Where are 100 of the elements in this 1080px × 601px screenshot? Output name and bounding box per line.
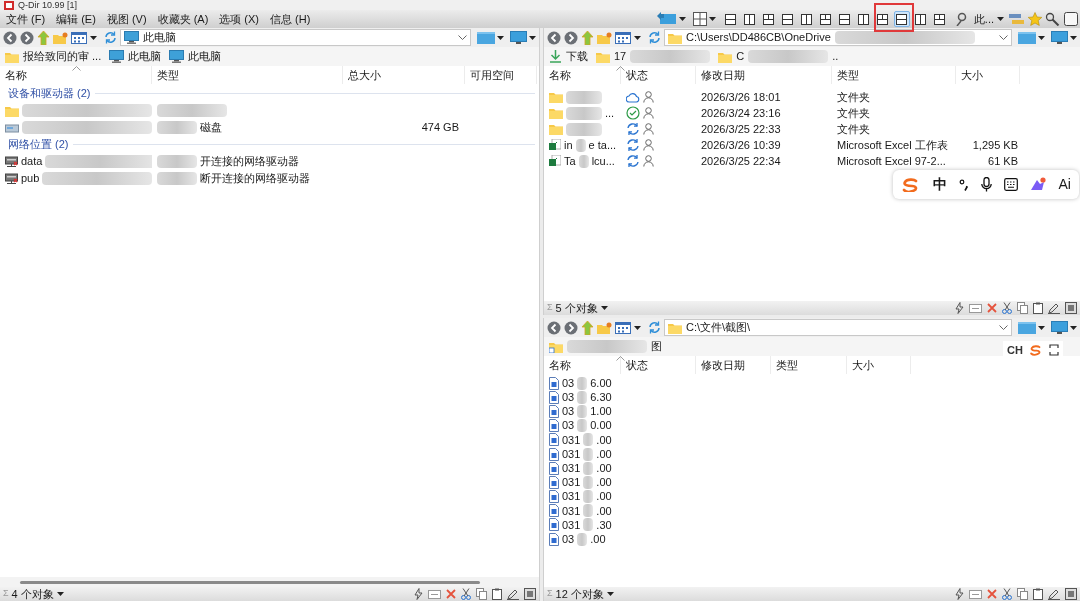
breadcrumb-item[interactable]: 此电脑 [108,48,163,65]
menu-item[interactable]: 编辑 (E) [55,12,97,26]
item-type: Microsoft Excel 97-2... [837,153,946,169]
item-name[interactable]: .00 [596,461,612,476]
window-title: Q-Dir 10.99 [1] [18,0,78,10]
menu-item[interactable]: 选项 (X) [218,12,261,26]
item-name[interactable]: 03 [562,376,575,391]
column-header[interactable]: 修改日期 [701,356,745,374]
column-header[interactable]: 可用空间 [470,66,514,84]
object-count-dropdown[interactable]: 12 个对象 [555,585,614,601]
item-name[interactable]: .00 [596,489,612,504]
breadcrumb-item[interactable]: 图 [548,338,663,355]
item-type: 文件夹 [837,89,870,105]
address-text: C:\文件\截图\ [686,320,751,335]
breadcrumb-label: 图 [651,339,662,355]
breadcrumb-label: C [736,49,745,65]
column-header[interactable]: 修改日期 [701,66,745,84]
item-name[interactable]: 03 [562,532,575,547]
menu-item[interactable]: 文件 (F) [5,12,47,26]
column-header[interactable]: 名称 [549,356,571,374]
breadcrumb-label: .. [832,49,839,65]
column-header[interactable]: 类型 [837,66,859,84]
breadcrumb-label: 17 [614,49,627,65]
menu-item[interactable]: 信息 (H) [269,12,312,26]
column-header[interactable]: 名称 [549,66,571,84]
item-name[interactable]: 6.00 [590,376,612,391]
item-name[interactable]: lcu... [591,153,615,169]
item-name[interactable]: 03 [562,404,575,419]
object-count-dropdown[interactable]: 5 个对象 [555,299,608,317]
item-name[interactable]: 031 [562,446,581,462]
item-type: Microsoft Excel 工作表 [837,137,948,153]
item-name[interactable]: ... [605,105,615,121]
item-name[interactable]: 031 [562,489,581,504]
item-name[interactable]: .00 [596,475,612,490]
item-name[interactable]: 0.00 [590,418,612,433]
item-name[interactable]: 03 [562,418,575,433]
item-name[interactable]: in [564,137,573,153]
column-header[interactable]: 类型 [157,66,179,84]
item-type: 文件夹 [837,121,870,137]
breadcrumb-item[interactable]: 报给致同的审 ... [4,48,103,65]
item-name[interactable]: pub [21,170,40,187]
input-mode-toggle[interactable]: 中 [933,174,948,195]
item-name[interactable]: 1.00 [590,404,612,419]
breadcrumb-label: 此电脑 [128,49,162,65]
item-name[interactable]: 031 [562,517,581,533]
item-name[interactable]: 6.30 [590,390,612,405]
group-heading[interactable]: 网络位置 (2) [8,135,69,153]
item-name[interactable]: .00 [596,432,612,447]
item-name[interactable]: data [21,153,43,170]
modified-date: 2026/3/26 10:39 [701,137,781,153]
item-name[interactable]: .30 [596,517,612,533]
item-type: 开连接的网络驱动器 [200,154,299,170]
modified-date: 2026/3/26 18:01 [701,89,781,105]
language-indicator[interactable]: CH [1007,341,1023,359]
item-size: 1,295 KB [972,137,1018,153]
address-text: 此电脑 [143,30,176,45]
breadcrumb-item[interactable]: 下载 [548,48,589,65]
menu-item[interactable]: 收藏夹 (A) [156,12,210,26]
item-total-size: 474 GB [421,120,459,136]
item-type: 磁盘 [200,120,222,136]
column-header[interactable]: 大小 [961,66,983,84]
column-header[interactable]: 状态 [626,356,648,374]
item-name[interactable]: .00 [596,446,612,462]
item-name[interactable]: 031 [562,432,581,447]
item-name[interactable]: 03 [562,390,575,405]
item-name[interactable]: .00 [590,532,606,547]
sum-symbol: Σ [547,301,553,315]
object-count-dropdown[interactable]: 4 个对象 [11,585,64,601]
item-name[interactable]: e ta... [588,137,617,153]
profile-dropdown[interactable]: 此... [971,10,1006,28]
modified-date: 2026/3/24 23:16 [701,105,781,121]
item-name[interactable]: 031 [562,475,581,490]
column-header[interactable]: 名称 [5,66,27,84]
sum-symbol: Σ [3,587,9,601]
breadcrumb-label: 下载 [566,49,588,65]
address-field[interactable]: C:\Users\DD486CB\OneDrive [664,29,1012,46]
item-name[interactable]: .00 [596,503,612,518]
breadcrumb-label: 报给致同的审 ... [23,49,102,65]
item-name[interactable]: Ta [564,153,576,169]
column-header[interactable]: 总大小 [348,66,381,84]
menu-item[interactable]: 视图 (V) [105,12,148,26]
item-name[interactable]: 031 [562,503,581,518]
modified-date: 2026/3/25 22:34 [701,153,781,169]
column-header[interactable]: 类型 [776,356,798,374]
item-type: 断开连接的网络驱动器 [200,171,310,187]
address-field[interactable]: C:\文件\截图\ [664,319,1012,336]
address-field[interactable]: 此电脑 [120,29,471,46]
breadcrumb-label: 此电脑 [188,49,222,65]
address-text: C:\Users\DD486CB\OneDrive [686,30,831,45]
ai-button[interactable]: Ai [1058,174,1071,195]
item-name[interactable]: 031 [562,461,581,476]
breadcrumb-item[interactable]: 此电脑 [168,48,223,65]
item-size: 61 KB [988,153,1018,169]
breadcrumb-item[interactable]: C .. [717,48,840,65]
column-header[interactable]: 状态 [626,66,648,84]
breadcrumb-item[interactable]: 17 [595,48,712,65]
column-header[interactable]: 大小 [852,356,874,374]
group-heading[interactable]: 设备和驱动器 (2) [8,84,91,102]
item-type: 文件夹 [837,105,870,121]
sum-symbol: Σ [547,587,553,601]
